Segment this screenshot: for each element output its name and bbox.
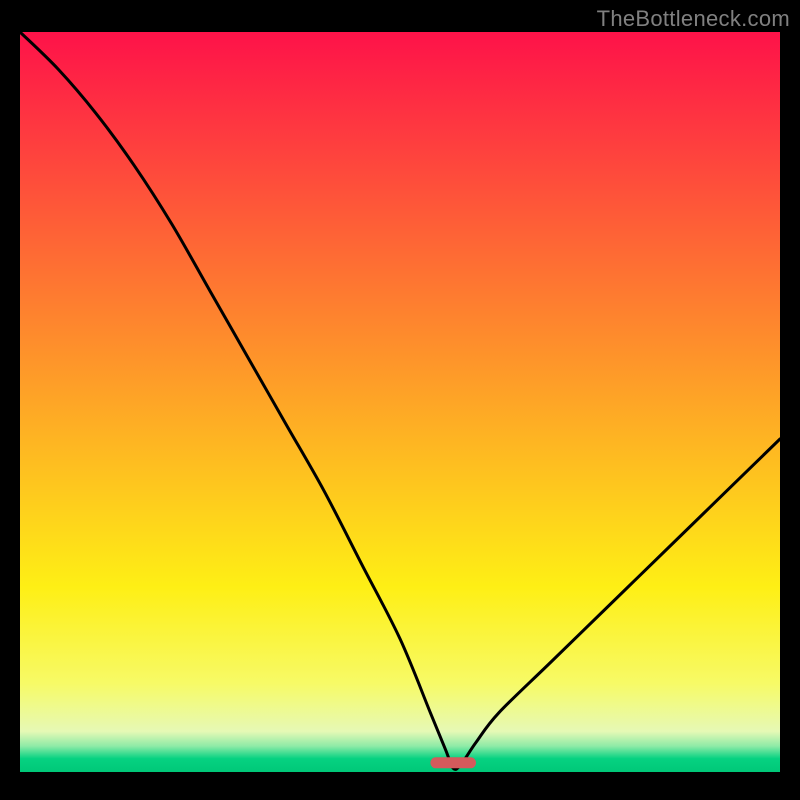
chart-background-gradient xyxy=(20,32,780,772)
plot-area xyxy=(20,32,780,772)
chart-frame: TheBottleneck.com xyxy=(0,0,800,800)
chart-svg xyxy=(20,32,780,772)
optimal-region-marker xyxy=(430,757,476,768)
watermark-text: TheBottleneck.com xyxy=(597,6,790,32)
